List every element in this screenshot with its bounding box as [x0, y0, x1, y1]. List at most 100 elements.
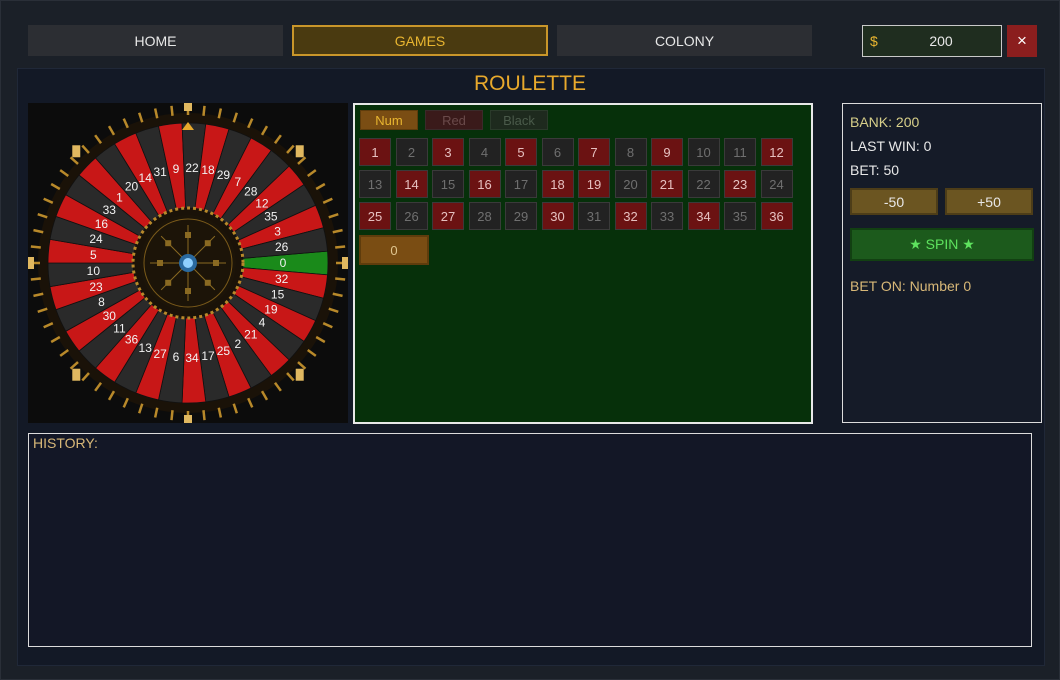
- bet-tab-black[interactable]: Black: [490, 110, 548, 130]
- wheel-tick: [81, 372, 90, 382]
- board-number-20[interactable]: 20: [614, 170, 647, 198]
- wheel-knob: [184, 99, 192, 111]
- wheel-tick: [122, 397, 129, 408]
- board-number-5[interactable]: 5: [505, 138, 537, 166]
- board-number-27[interactable]: 27: [432, 202, 464, 230]
- wheel-knob: [72, 368, 81, 381]
- board-number-33[interactable]: 33: [651, 202, 683, 230]
- wheel-spoke-marker: [165, 279, 172, 286]
- wheel-number-label: 12: [255, 196, 269, 210]
- page-title: ROULETTE: [473, 72, 586, 95]
- wheel-spoke-marker: [165, 240, 172, 247]
- nav-home-button[interactable]: HOME: [28, 25, 283, 56]
- money-value: 200: [929, 33, 953, 49]
- board-number-28[interactable]: 28: [468, 202, 501, 230]
- board-number-0[interactable]: 0: [359, 235, 429, 265]
- board-number-26[interactable]: 26: [395, 202, 428, 230]
- wheel-tick: [335, 277, 346, 281]
- wheel-tick: [306, 169, 317, 178]
- board-number-16[interactable]: 16: [468, 170, 501, 198]
- board-number-7[interactable]: 7: [578, 138, 610, 166]
- wheel-number-label: 10: [87, 264, 101, 278]
- board-number-11[interactable]: 11: [724, 138, 756, 166]
- wheel-number-label: 23: [89, 280, 103, 294]
- wheel-number-label: 2: [234, 337, 241, 351]
- wheel-graphic: 0321519421225173462713361130823105241633…: [26, 99, 350, 427]
- board-number-32[interactable]: 32: [614, 202, 647, 230]
- bank-label: BANK: 200: [850, 114, 920, 130]
- board-number-3[interactable]: 3: [432, 138, 464, 166]
- wheel-number-label: 18: [201, 163, 215, 177]
- wheel-tick: [37, 212, 48, 219]
- board-number-30[interactable]: 30: [541, 202, 574, 230]
- board-number-25[interactable]: 25: [359, 202, 391, 230]
- wheel-number-label: 15: [271, 288, 285, 302]
- wheel-tick: [202, 105, 206, 116]
- board-number-36[interactable]: 36: [760, 202, 793, 230]
- board-number-29[interactable]: 29: [505, 202, 537, 230]
- board-number-1[interactable]: 1: [359, 138, 391, 166]
- wheel-number-label: 20: [125, 180, 139, 194]
- board-number-13[interactable]: 13: [359, 170, 391, 198]
- board-number-4[interactable]: 4: [468, 138, 501, 166]
- wheel-number-label: 4: [259, 316, 266, 330]
- wheel-number-label: 25: [217, 344, 231, 358]
- wheel-number-label: 9: [173, 162, 180, 176]
- board-number-12[interactable]: 12: [760, 138, 793, 166]
- info-panel: BANK: 200 LAST WIN: 0 BET: 50 -50 +50 ★ …: [842, 103, 1042, 423]
- wheel-number-label: 0: [280, 256, 287, 270]
- wheel-spoke-marker: [157, 260, 163, 266]
- wheel-knob: [184, 415, 192, 427]
- board-number-31[interactable]: 31: [578, 202, 610, 230]
- wheel-tick: [306, 348, 317, 357]
- bet-tab-red[interactable]: Red: [425, 110, 483, 130]
- board-number-2[interactable]: 2: [395, 138, 428, 166]
- wheel-tick: [107, 390, 116, 401]
- board-number-35[interactable]: 35: [724, 202, 756, 230]
- wheel-tick: [94, 381, 103, 392]
- board-number-8[interactable]: 8: [614, 138, 647, 166]
- wheel-number-label: 30: [103, 309, 117, 323]
- close-button[interactable]: ×: [1007, 25, 1037, 57]
- money-display: $ 200: [862, 25, 1002, 57]
- wheel-knob: [295, 368, 304, 381]
- board-number-34[interactable]: 34: [687, 202, 720, 230]
- wheel-tick: [260, 125, 269, 136]
- wheel-number-label: 34: [185, 351, 199, 365]
- wheel-spoke-marker: [213, 260, 219, 266]
- increase-bet-button[interactable]: +50: [945, 188, 1033, 215]
- board-number-15[interactable]: 15: [432, 170, 464, 198]
- wheel-tick: [107, 125, 116, 136]
- wheel-tick: [322, 197, 333, 204]
- board-number-17[interactable]: 17: [505, 170, 537, 198]
- bet-tab-num[interactable]: Num: [360, 110, 418, 130]
- board-number-9[interactable]: 9: [651, 138, 683, 166]
- wheel-tick: [202, 410, 206, 421]
- nav-colony-button[interactable]: COLONY: [557, 25, 812, 56]
- board-number-18[interactable]: 18: [541, 170, 574, 198]
- wheel-tick: [170, 410, 174, 421]
- wheel-tick: [43, 322, 54, 329]
- board-number-22[interactable]: 22: [687, 170, 720, 198]
- board-number-23[interactable]: 23: [724, 170, 756, 198]
- wheel-tick: [322, 322, 333, 329]
- board-number-21[interactable]: 21: [651, 170, 683, 198]
- wheel-tick: [81, 144, 90, 154]
- wheel-tick: [273, 381, 282, 392]
- wheel-spoke-marker: [185, 288, 191, 294]
- wheel-number-label: 6: [173, 350, 180, 364]
- spin-button[interactable]: ★ SPIN ★: [850, 228, 1034, 261]
- wheel-tick: [122, 118, 129, 129]
- wheel-number-label: 8: [98, 295, 105, 309]
- board-number-6[interactable]: 6: [541, 138, 574, 166]
- wheel-number-label: 36: [125, 332, 139, 346]
- board-number-24[interactable]: 24: [760, 170, 793, 198]
- decrease-bet-button[interactable]: -50: [850, 188, 938, 215]
- wheel-tick: [69, 156, 79, 165]
- board-number-10[interactable]: 10: [687, 138, 720, 166]
- board-number-14[interactable]: 14: [395, 170, 428, 198]
- wheel-number-label: 7: [234, 175, 241, 189]
- nav-games-button[interactable]: GAMES: [292, 25, 548, 56]
- wheel-number-label: 17: [201, 349, 215, 363]
- board-number-19[interactable]: 19: [578, 170, 610, 198]
